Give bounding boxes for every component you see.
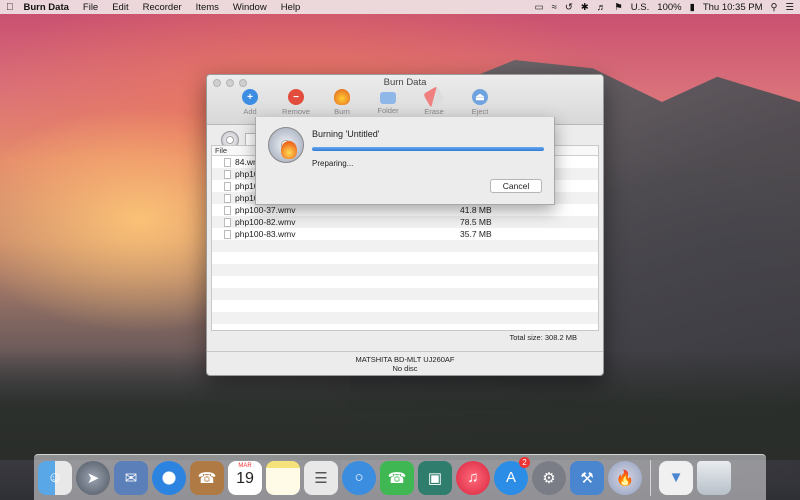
file-name: php100-82.wmv: [235, 217, 296, 227]
disc-status: No disc: [392, 364, 418, 373]
messages-icon[interactable]: ○: [342, 460, 376, 495]
table-row[interactable]: php100-82.wmv 78.5 MB: [212, 216, 598, 228]
facetime-icon[interactable]: ☎: [380, 460, 414, 495]
flag-icon[interactable]: ⚑: [614, 2, 623, 13]
burn-icon: [334, 89, 350, 105]
add-button[interactable]: + Add: [227, 89, 273, 116]
drive-icon[interactable]: ▭: [535, 2, 544, 13]
time-machine-icon[interactable]: ↺: [565, 2, 573, 13]
battery-percent[interactable]: 100%: [657, 2, 681, 13]
mail-icon[interactable]: ✉: [114, 460, 148, 495]
total-size: Total size: 308.2 MB: [509, 333, 577, 342]
table-row[interactable]: php100-37.wmv 41.8 MB: [212, 204, 598, 216]
table-row[interactable]: php100-83.wmv 35.7 MB: [212, 228, 598, 240]
window-title: Burn Data: [383, 77, 427, 88]
calendar-month: MAR: [238, 462, 252, 469]
dock-separator: [650, 459, 651, 496]
file-size: 35.7 MB: [460, 229, 492, 239]
app-store-badge: 2: [519, 456, 530, 468]
file-icon: [224, 230, 231, 239]
sheet-heading: Burning 'Untitled': [312, 129, 380, 139]
wifi-icon[interactable]: ≈: [552, 2, 557, 13]
table-row-empty: [212, 252, 598, 264]
bluetooth-icon[interactable]: ✱: [581, 2, 589, 13]
photo-booth-icon[interactable]: ▣: [418, 460, 452, 495]
notes-icon[interactable]: [266, 460, 300, 495]
file-icon: [224, 158, 231, 167]
menu-recorder[interactable]: Recorder: [143, 2, 182, 13]
table-row-empty: [212, 288, 598, 300]
reminders-icon[interactable]: ☰: [304, 460, 338, 495]
toolbar: + Add − Remove Burn Folder Erase ⏏ Eject: [227, 86, 503, 116]
itunes-icon[interactable]: ♫: [456, 460, 490, 495]
flame-icon: [281, 141, 297, 159]
dock: ☺ ➤ ✉ ✦ ☎ MAR 19 ☰ ○ ☎ ▣ ♫ A2 ⚙ ⚒ 🔥 ▼: [34, 454, 766, 500]
launchpad-icon[interactable]: ➤: [76, 460, 110, 495]
progress-state: Preparing...: [312, 159, 354, 168]
table-row-empty: [212, 240, 598, 252]
file-icon: [224, 218, 231, 227]
notification-center-icon[interactable]: ☰: [785, 2, 794, 13]
file-name: php100-37.wmv: [235, 205, 296, 215]
calendar-icon[interactable]: MAR 19: [228, 460, 262, 495]
remove-button[interactable]: − Remove: [273, 89, 319, 116]
downloads-stack-icon[interactable]: ▼: [659, 460, 693, 495]
table-row-empty: [212, 264, 598, 276]
contacts-icon[interactable]: ☎: [190, 460, 224, 495]
file-icon: [224, 182, 231, 191]
add-icon: +: [242, 89, 258, 105]
file-size: 78.5 MB: [460, 217, 492, 227]
trash-icon[interactable]: [697, 460, 731, 495]
menu-file[interactable]: File: [83, 2, 98, 13]
folder-button[interactable]: Folder: [365, 89, 411, 116]
table-row-empty: [212, 300, 598, 312]
app-store-icon[interactable]: A2: [494, 456, 530, 495]
folder-icon: [380, 92, 396, 104]
menu-help[interactable]: Help: [281, 2, 301, 13]
erase-button[interactable]: Erase: [411, 86, 457, 116]
burn-button[interactable]: Burn: [319, 89, 365, 116]
erase-icon: [423, 86, 445, 108]
menu-window[interactable]: Window: [233, 2, 267, 13]
clock[interactable]: Thu 10:35 PM: [703, 2, 763, 13]
menu-app-name[interactable]: Burn Data: [24, 2, 69, 13]
cancel-button[interactable]: Cancel: [490, 179, 542, 193]
file-name: php100-83.wmv: [235, 229, 296, 239]
progress-bar: [312, 147, 544, 151]
remove-icon: −: [288, 89, 304, 105]
calendar-day: 19: [236, 469, 254, 487]
file-size: 41.8 MB: [460, 205, 492, 215]
menu-edit[interactable]: Edit: [112, 2, 128, 13]
finder-icon[interactable]: ☺: [38, 460, 72, 495]
eject-icon: ⏏: [472, 89, 488, 105]
spotlight-icon[interactable]: ⚲: [771, 2, 778, 13]
menu-bar:  Burn Data File Edit Recorder Items Win…: [0, 0, 800, 14]
progress-fill: [312, 147, 544, 151]
table-row-empty: [212, 276, 598, 288]
keyboard-layout[interactable]: U.S.: [631, 2, 649, 13]
status-area: ▭ ≈ ↺ ✱ ♬ ⚑ U.S. 100% ▮ Thu 10:35 PM ⚲ ☰: [535, 2, 794, 13]
xcode-icon[interactable]: ⚒: [570, 460, 604, 495]
file-icon: [224, 206, 231, 215]
burn-progress-sheet: Burning 'Untitled' Preparing... Cancel: [255, 117, 555, 205]
battery-icon[interactable]: ▮: [690, 2, 695, 13]
system-preferences-icon[interactable]: ⚙: [532, 460, 566, 495]
file-icon: [224, 170, 231, 179]
drive-status: MATSHITA BD-MLT UJ260AF No disc: [207, 351, 603, 373]
apple-icon[interactable]: : [6, 2, 14, 13]
volume-icon[interactable]: ♬: [597, 2, 607, 13]
burn-app-icon[interactable]: 🔥: [608, 460, 642, 495]
drive-name: MATSHITA BD-MLT UJ260AF: [355, 355, 455, 364]
safari-icon[interactable]: ✦: [152, 460, 186, 495]
eject-button[interactable]: ⏏ Eject: [457, 89, 503, 116]
table-row-empty: [212, 312, 598, 324]
menu-items[interactable]: Items: [196, 2, 219, 13]
file-icon: [224, 194, 231, 203]
